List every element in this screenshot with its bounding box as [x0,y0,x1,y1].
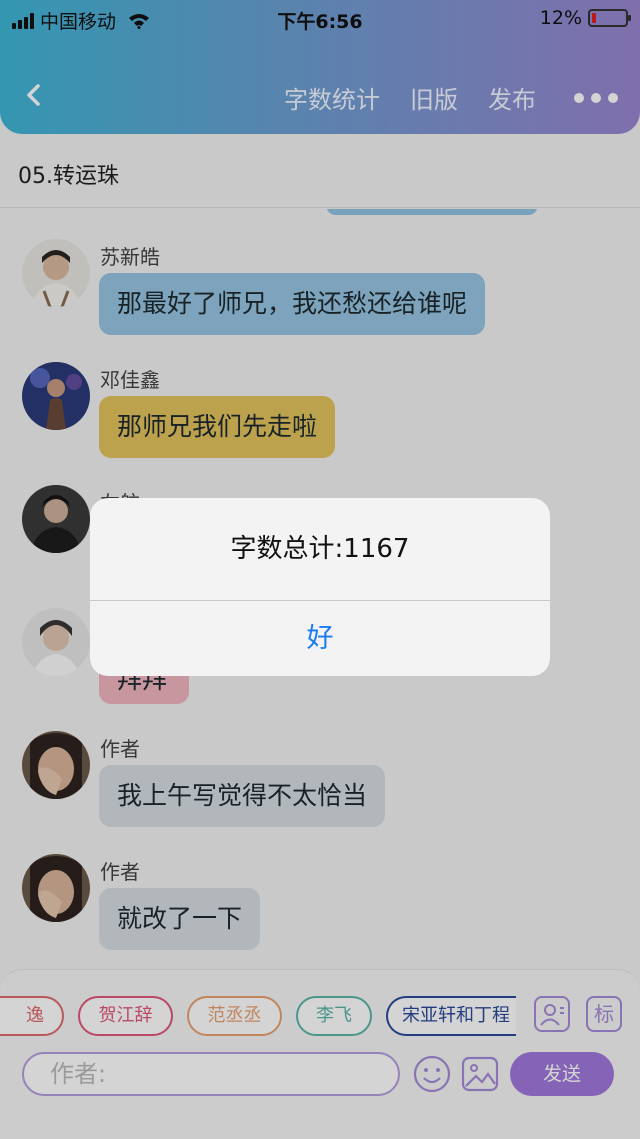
word-count-dialog: 字数总计:1167 好 [90,498,550,676]
dialog-ok-button[interactable]: 好 [90,601,550,676]
dialog-message: 字数总计:1167 [230,534,410,564]
